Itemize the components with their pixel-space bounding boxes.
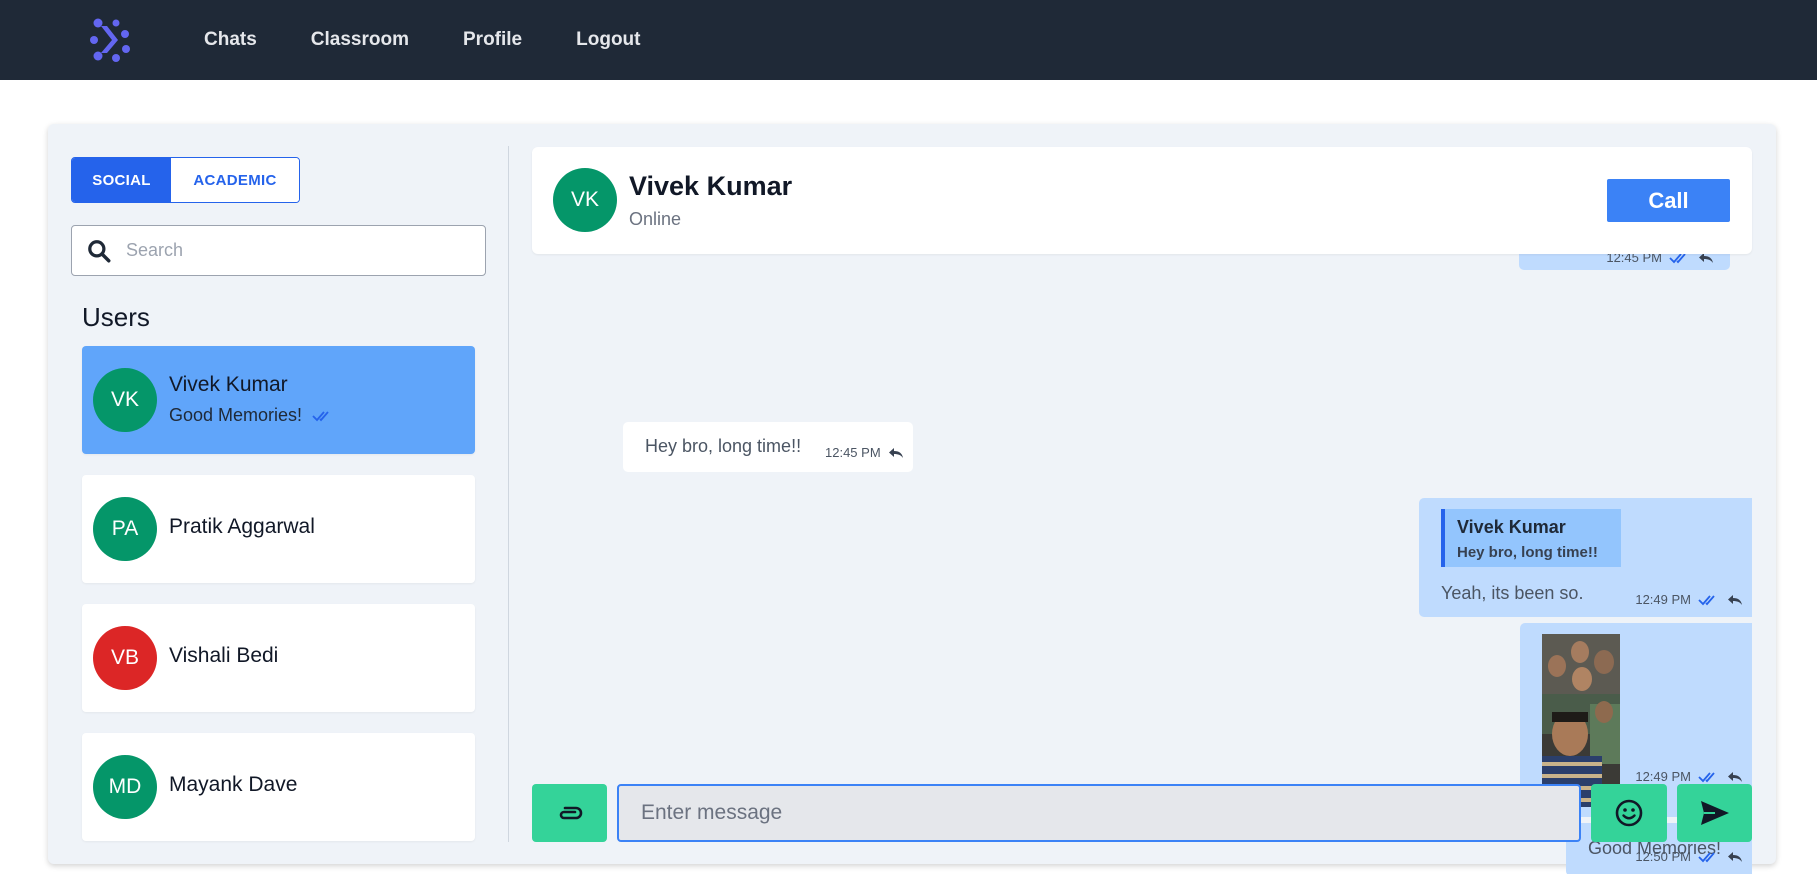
- message-time: 12:50 PM: [1635, 849, 1691, 864]
- smiley-icon: [1615, 799, 1643, 827]
- avatar: PA: [93, 497, 157, 561]
- double-check-icon: [1698, 851, 1715, 862]
- nav-profile-link[interactable]: Profile: [463, 29, 522, 51]
- chat-card: SOCIAL ACADEMIC Users VK Vivek Kumar Goo…: [48, 124, 1776, 874]
- message-bubble-outgoing: 12:45 PM: [1519, 254, 1730, 270]
- paperclip-icon: [559, 806, 582, 820]
- message-meta: 12:50 PM: [1635, 849, 1743, 864]
- avatar: MD: [93, 755, 157, 819]
- contact-status: Online: [629, 209, 682, 229]
- call-button[interactable]: Call: [1607, 179, 1730, 222]
- nav-logout-link[interactable]: Logout: [576, 29, 640, 51]
- double-check-icon: [312, 410, 329, 421]
- nav-chats-link[interactable]: Chats: [204, 29, 257, 51]
- quoted-message[interactable]: Vivek Kumar Hey bro, long time!!: [1441, 509, 1621, 567]
- user-item-vishali-bedi[interactable]: VB Vishali Bedi: [82, 604, 475, 712]
- reply-icon[interactable]: [1727, 851, 1743, 863]
- message-time: 12:45 PM: [825, 445, 881, 460]
- search-input[interactable]: [126, 240, 466, 261]
- contact-name: Vivek Kumar: [629, 171, 793, 201]
- double-check-icon: [1698, 594, 1715, 605]
- chat-header: VK Vivek Kumar Online Call: [532, 147, 1752, 254]
- double-check-icon: [1669, 254, 1686, 263]
- message-meta: 12:49 PM: [1635, 769, 1743, 784]
- user-item-pratik-aggarwal[interactable]: PA Pratik Aggarwal: [82, 475, 475, 583]
- message-meta: 12:45 PM: [1606, 254, 1714, 265]
- chat-type-toggle: SOCIAL ACADEMIC: [71, 157, 300, 203]
- quoted-author: Vivek Kumar: [1457, 517, 1566, 537]
- avatar: VK: [553, 168, 617, 232]
- message-time: 12:49 PM: [1635, 769, 1691, 784]
- attach-button[interactable]: [532, 784, 607, 842]
- group-selfie-photo[interactable]: [1542, 634, 1620, 807]
- reply-icon[interactable]: [888, 447, 904, 459]
- tab-social[interactable]: SOCIAL: [72, 158, 171, 202]
- reply-icon[interactable]: [1727, 771, 1743, 783]
- message-time: 12:45 PM: [1606, 254, 1662, 265]
- reply-icon[interactable]: [1698, 254, 1714, 264]
- search-box: [71, 225, 486, 276]
- panel-divider: [508, 146, 509, 842]
- sidebar: SOCIAL ACADEMIC Users VK Vivek Kumar Goo…: [48, 124, 508, 864]
- reply-icon[interactable]: [1727, 594, 1743, 606]
- double-check-icon: [1698, 771, 1715, 782]
- message-bubble-incoming: Hey bro, long time!! 12:45 PM: [623, 422, 913, 472]
- send-icon: [1700, 801, 1729, 825]
- message-text: Yeah, its been so.: [1441, 583, 1584, 603]
- message-list[interactable]: 12:45 PM Hey bro, long time!! 12:45 PM V…: [532, 254, 1752, 874]
- user-item-mayank-dave[interactable]: MD Mayank Dave: [82, 733, 475, 841]
- user-name: Mayank Dave: [169, 773, 298, 796]
- search-icon: [88, 239, 111, 262]
- avatar: VB: [93, 626, 157, 690]
- user-last-message: Good Memories!: [169, 405, 334, 426]
- send-button[interactable]: [1677, 784, 1752, 842]
- app-logo-icon[interactable]: [88, 16, 136, 64]
- user-name: Vivek Kumar: [169, 373, 288, 396]
- message-bubble-outgoing: Vivek Kumar Hey bro, long time!! Yeah, i…: [1419, 498, 1752, 617]
- user-list: VK Vivek Kumar Good Memories! PA Pratik …: [82, 346, 475, 862]
- last-message-text: Good Memories!: [169, 405, 303, 425]
- quoted-text: Hey bro, long time!!: [1457, 544, 1598, 561]
- user-name: Vishali Bedi: [169, 644, 279, 667]
- message-time: 12:49 PM: [1635, 592, 1691, 607]
- user-name: Pratik Aggarwal: [169, 515, 315, 538]
- message-meta: 12:49 PM: [1635, 592, 1743, 607]
- user-item-vivek-kumar[interactable]: VK Vivek Kumar Good Memories!: [82, 346, 475, 454]
- emoji-button[interactable]: [1591, 784, 1667, 842]
- message-input[interactable]: [617, 784, 1581, 842]
- users-heading: Users: [82, 302, 150, 332]
- message-meta: 12:45 PM: [825, 445, 904, 460]
- top-navbar: Chats Classroom Profile Logout: [0, 0, 1817, 80]
- message-text: Hey bro, long time!!: [645, 436, 802, 456]
- avatar: VK: [93, 368, 157, 432]
- nav-classroom-link[interactable]: Classroom: [311, 29, 409, 51]
- tab-academic[interactable]: ACADEMIC: [171, 158, 299, 202]
